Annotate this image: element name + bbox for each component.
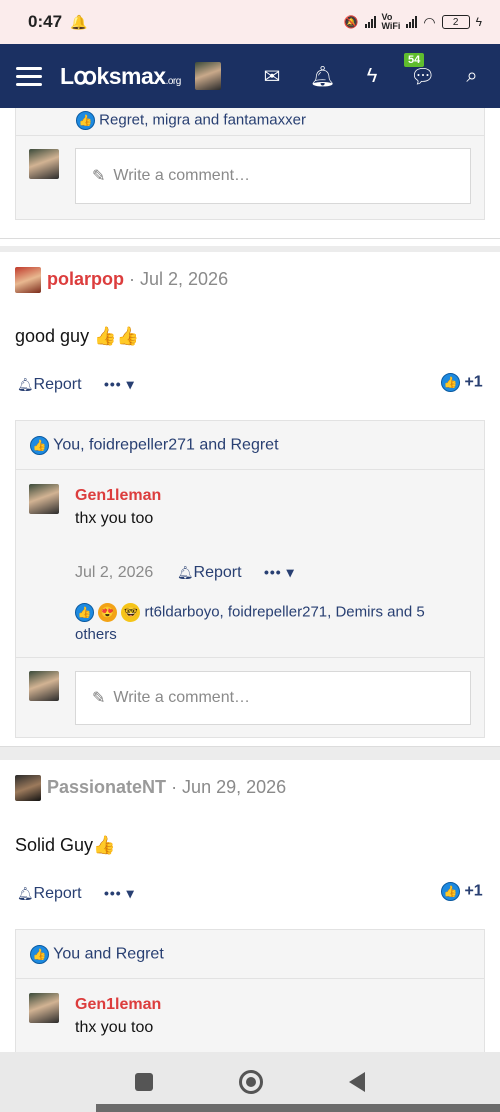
report-button[interactable]: 🔔︎Report (17, 376, 82, 394)
write-comment-input[interactable]: ✎ Write a comment… (75, 148, 471, 204)
top-nav: Lꝏksmax.org ✉ 🔔︎ ϟ 💬︎ 54 ⌕ (0, 44, 500, 108)
reply-body: thx you too (75, 510, 154, 527)
reply-author[interactable]: Gen1leman (75, 487, 161, 505)
post-reactions[interactable]: 👍 You, foidrepeller271 and Regret (30, 436, 279, 455)
android-nav-bar (0, 1052, 500, 1112)
charging-icon: ϟ (475, 15, 482, 29)
post-reactions[interactable]: 👍 You and Regret (30, 945, 164, 964)
post-body: Solid Guy👍 (15, 835, 116, 855)
previous-post-fragment: 👍 Regret, migra and fantamaxxer ✎ Write … (0, 108, 500, 246)
bell-icon[interactable]: 🔔︎ (310, 64, 335, 89)
post-body: good guy 👍👍 (15, 326, 139, 346)
avatar (29, 671, 59, 701)
signal-icon-2 (406, 16, 418, 28)
post-score[interactable]: 👍 +1 (441, 373, 483, 392)
scroll-indicator (96, 1104, 500, 1112)
battery-icon: 2 (441, 15, 470, 29)
pencil-icon: ✎ (92, 690, 106, 707)
comment-row: ✎ Write a comment… (16, 657, 484, 739)
divider (0, 238, 500, 239)
nerd-icon: 🤓 (121, 603, 141, 622)
post-passionatent: PassionateNT · Jun 29, 2026 Solid Guy👍 🔔… (0, 760, 500, 1052)
pencil-icon: ✎ (92, 168, 106, 185)
bell-icon: 🔔︎ (17, 377, 34, 392)
chat-icon[interactable]: 💬︎ 54 (404, 52, 435, 89)
reply-date[interactable]: Jul 2, 2026 (75, 564, 153, 582)
menu-icon[interactable] (16, 66, 42, 86)
status-bar: 0:47 🔔 🔕 Vo WiFi ◠ 2 ϟ (0, 0, 500, 44)
bell-icon: 🔔︎ (177, 565, 194, 580)
post-author[interactable]: PassionateNT (47, 777, 166, 797)
wifi-icon: ◠ (423, 13, 436, 30)
reply-reactions-more[interactable]: others (75, 626, 117, 643)
post-author[interactable]: polarpop (47, 269, 124, 289)
post-score[interactable]: 👍 +1 (441, 882, 483, 901)
status-icons: 🔕 Vo WiFi ◠ 2 ϟ (344, 13, 482, 31)
more-options-button[interactable]: ••• ▾ (104, 376, 135, 393)
reply: Gen1leman thx you too (16, 978, 484, 1052)
avatar[interactable] (15, 775, 41, 801)
back-button[interactable] (349, 1072, 365, 1092)
avatar[interactable] (29, 993, 59, 1023)
like-icon: 👍 (76, 111, 95, 130)
reply: Gen1leman thx you too Jul 2, 2026 🔔︎Repo… (16, 469, 484, 657)
search-icon[interactable]: ⌕ (460, 65, 484, 88)
write-comment-input[interactable]: ✎ Write a comment… (75, 671, 471, 725)
more-options-button[interactable]: ••• ▾ (104, 885, 135, 902)
comment-box: 👍 You, foidrepeller271 and Regret Gen1le… (15, 420, 485, 738)
mail-icon[interactable]: ✉ (260, 64, 284, 89)
like-icon: 👍 (75, 603, 94, 622)
reply-more-button[interactable]: ••• ▾ (264, 564, 295, 581)
status-time: 0:47 (28, 12, 63, 31)
report-button[interactable]: 🔔︎Report (17, 885, 82, 903)
comment-row: ✎ Write a comment… (16, 135, 484, 221)
signal-icon (364, 16, 376, 28)
like-icon: 👍 (441, 373, 460, 392)
reply-report-button[interactable]: 🔔︎Report (177, 564, 242, 582)
reply-author[interactable]: Gen1leman (75, 996, 161, 1014)
user-avatar[interactable] (194, 62, 221, 90)
divider (0, 746, 500, 747)
avatar[interactable] (15, 267, 41, 293)
post-header: polarpop · Jul 2, 2026 (47, 269, 228, 290)
avatar[interactable] (29, 484, 59, 514)
previous-comment-box: 👍 Regret, migra and fantamaxxer ✎ Write … (15, 108, 485, 220)
vowifi-label: Vo WiFi (381, 12, 401, 31)
post-date[interactable]: · Jul 2, 2026 (129, 269, 228, 289)
reply-body: thx you too (75, 1019, 154, 1036)
site-logo[interactable]: Lꝏksmax.org (60, 63, 181, 90)
notification-bell-icon: 🔔 (70, 13, 88, 30)
post-date[interactable]: · Jun 29, 2026 (171, 777, 286, 797)
mute-icon: 🔕 (343, 15, 359, 29)
like-icon: 👍 (30, 436, 49, 455)
previous-reactions[interactable]: 👍 Regret, migra and fantamaxxer (76, 111, 306, 130)
love-icon: 😍 (98, 603, 118, 622)
post-polarpop: polarpop · Jul 2, 2026 good guy 👍👍 🔔︎Rep… (0, 252, 500, 746)
recents-button[interactable] (135, 1073, 153, 1091)
comment-box: 👍 You and Regret Gen1leman thx you too (15, 929, 485, 1052)
avatar (29, 149, 59, 179)
reply-reactions[interactable]: 👍 😍 🤓 rt6ldarboyo, foidrepeller271, Demi… (75, 603, 425, 622)
lightning-icon[interactable]: ϟ (360, 65, 384, 88)
post-header: PassionateNT · Jun 29, 2026 (47, 777, 286, 798)
chat-badge: 54 (404, 52, 425, 67)
bell-icon: 🔔︎ (17, 886, 34, 901)
thread-content: 👍 Regret, migra and fantamaxxer ✎ Write … (0, 108, 500, 1052)
like-icon: 👍 (30, 945, 49, 964)
like-icon: 👍 (441, 882, 460, 901)
home-button[interactable] (239, 1070, 263, 1094)
